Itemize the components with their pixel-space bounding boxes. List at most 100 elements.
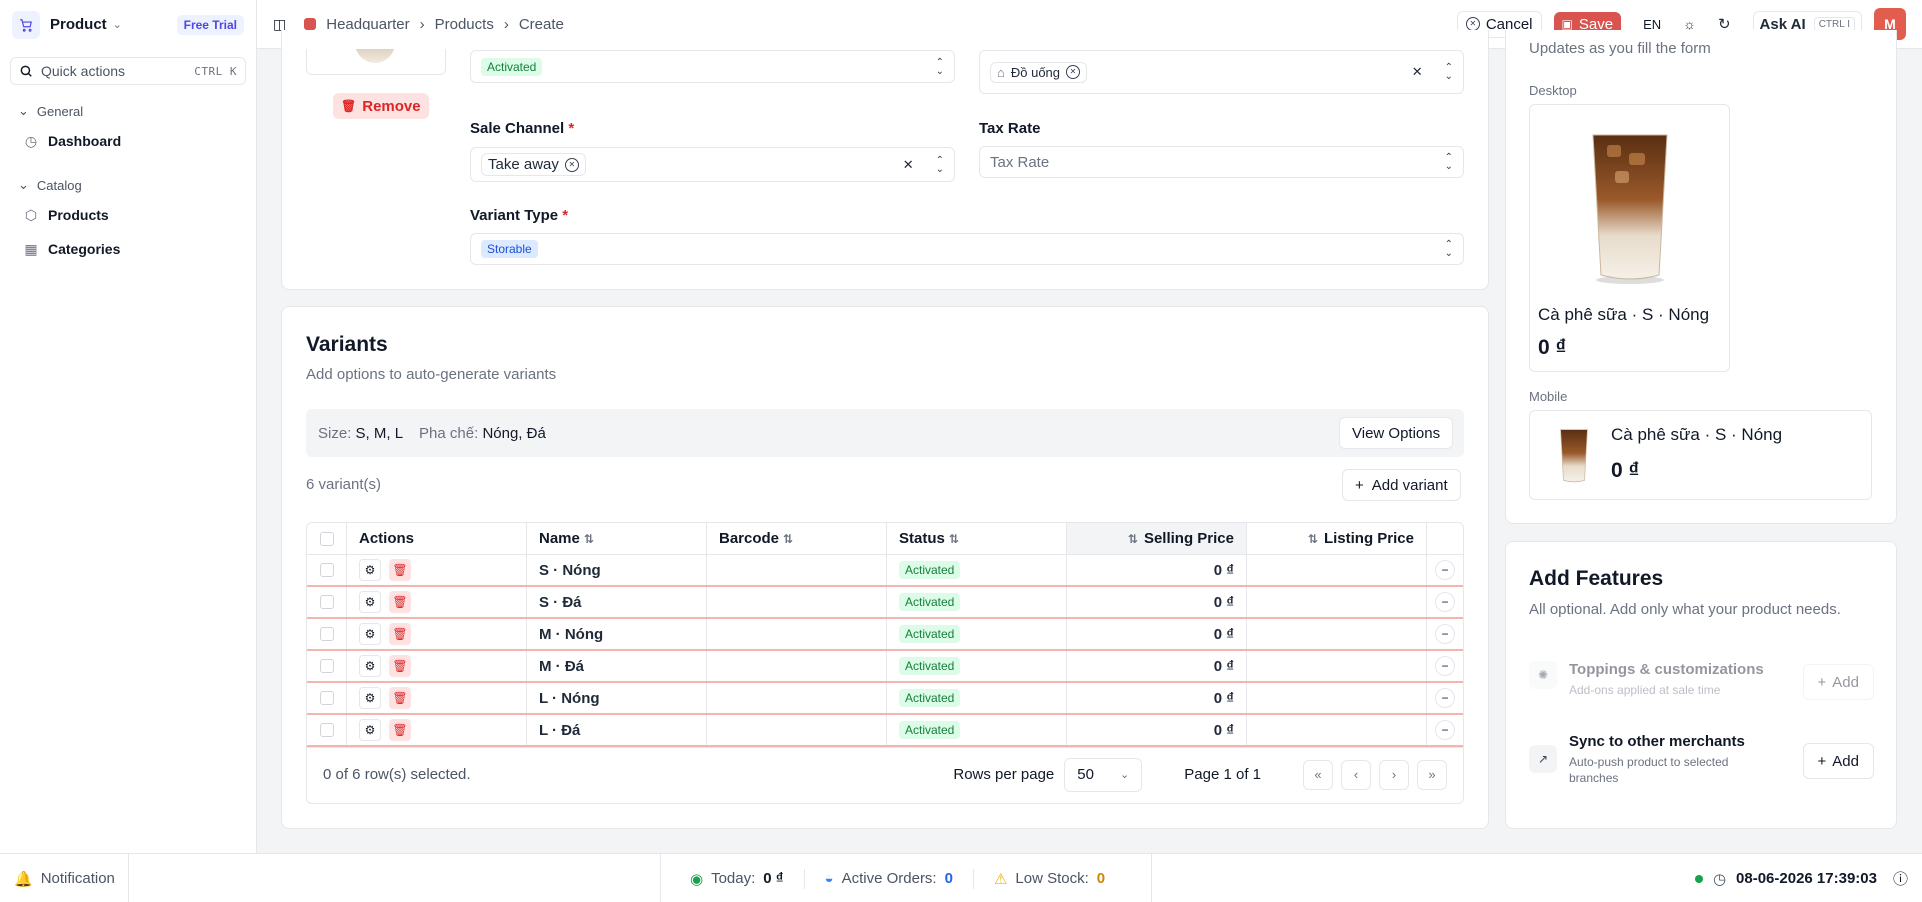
cell-barcode[interactable] bbox=[707, 683, 887, 713]
cell-barcode[interactable] bbox=[707, 651, 887, 681]
minus-icon[interactable]: − bbox=[1435, 656, 1455, 676]
cell-selling-price[interactable]: 0 ₫ bbox=[1067, 555, 1247, 585]
gear-icon[interactable]: ⚙ bbox=[359, 591, 381, 613]
quick-actions-search[interactable]: Quick actions CTRL K bbox=[10, 57, 246, 85]
trash-icon[interactable]: 🗑 bbox=[389, 655, 411, 677]
cell-listing-price[interactable] bbox=[1247, 715, 1427, 745]
sidebar-item-categories[interactable]: ▦ Categories bbox=[0, 241, 256, 258]
col-barcode[interactable]: Barcode ⇅ bbox=[707, 523, 887, 554]
sidebar-item-dashboard[interactable]: ◷ Dashboard bbox=[0, 133, 256, 150]
next-page-button[interactable]: › bbox=[1379, 759, 1409, 790]
cell-selling-price[interactable]: 0 ₫ bbox=[1067, 715, 1247, 745]
trash-icon[interactable]: 🗑 bbox=[389, 687, 411, 709]
col-selling-price[interactable]: ⇅ Selling Price bbox=[1067, 523, 1247, 554]
cell-listing-price[interactable] bbox=[1247, 587, 1427, 617]
sale-channel-select[interactable]: Take away ✕ ✕ ⌃ ⌄ bbox=[470, 147, 955, 182]
trash-icon[interactable]: 🗑 bbox=[389, 623, 411, 645]
variant-type-tag: Storable bbox=[481, 240, 538, 258]
gear-icon[interactable]: ⚙ bbox=[359, 719, 381, 741]
cell-barcode[interactable] bbox=[707, 555, 887, 585]
notification-label: Notification bbox=[40, 870, 115, 887]
sidebar-group-catalog[interactable]: ⌄ Catalog bbox=[0, 177, 256, 193]
gear-icon[interactable]: ⚙ bbox=[359, 655, 381, 677]
features-title: Add Features bbox=[1529, 567, 1664, 590]
cell-status[interactable]: Activated bbox=[887, 715, 1067, 745]
prev-page-button[interactable]: ‹ bbox=[1341, 759, 1371, 790]
sidebar-group-general[interactable]: ⌄ General bbox=[0, 103, 256, 119]
cell-name[interactable]: L · Đá bbox=[527, 715, 707, 745]
col-name[interactable]: Name ⇅ bbox=[527, 523, 707, 554]
minus-icon[interactable]: − bbox=[1435, 560, 1455, 580]
cell-name[interactable]: S · Nóng bbox=[527, 555, 707, 585]
sidebar-item-products[interactable]: ⬡ Products bbox=[0, 207, 256, 224]
add-toppings-button[interactable]: + Add bbox=[1802, 664, 1874, 700]
remove-chip-icon[interactable]: ✕ bbox=[1066, 65, 1081, 79]
cell-listing-price[interactable] bbox=[1247, 555, 1427, 585]
trash-icon[interactable]: 🗑 bbox=[389, 591, 411, 613]
minus-icon[interactable]: − bbox=[1435, 688, 1455, 708]
chevron-down-icon[interactable]: ⌄ bbox=[113, 18, 122, 31]
remove-chip-icon[interactable]: ✕ bbox=[564, 157, 579, 172]
row-checkbox[interactable] bbox=[319, 659, 334, 673]
cell-name[interactable]: M · Nóng bbox=[527, 619, 707, 649]
cell-status[interactable]: Activated bbox=[887, 683, 1067, 713]
cell-name[interactable]: M · Đá bbox=[527, 651, 707, 681]
row-checkbox[interactable] bbox=[319, 691, 334, 705]
cell-barcode[interactable] bbox=[707, 619, 887, 649]
row-actions: ⚙ 🗑 bbox=[347, 587, 527, 617]
row-checkbox[interactable] bbox=[319, 563, 334, 577]
status-badge: Activated bbox=[899, 625, 961, 643]
product-image-thumb[interactable] bbox=[306, 49, 446, 75]
minus-icon[interactable]: − bbox=[1435, 624, 1455, 644]
help-icon[interactable]: ⓘ bbox=[1893, 868, 1908, 889]
cell-status[interactable]: Activated bbox=[887, 619, 1067, 649]
cell-selling-price[interactable]: 0 ₫ bbox=[1067, 587, 1247, 617]
gear-icon[interactable]: ⚙ bbox=[359, 687, 381, 709]
minus-icon[interactable]: − bbox=[1435, 592, 1455, 612]
add-variant-button[interactable]: + Add variant bbox=[1342, 469, 1461, 501]
clear-icon[interactable]: ✕ bbox=[903, 157, 914, 173]
variant-type-select[interactable]: Storable ⌃ ⌄ bbox=[470, 233, 1464, 265]
cell-selling-price[interactable]: 0 ₫ bbox=[1067, 619, 1247, 649]
remove-image-button[interactable]: 🗑 Remove bbox=[333, 93, 429, 119]
cell-name[interactable]: S · Đá bbox=[527, 587, 707, 617]
rows-per-page-select[interactable]: 50 ⌄ bbox=[1064, 757, 1143, 792]
tax-rate-label: Tax Rate bbox=[979, 120, 1041, 137]
gear-icon[interactable]: ⚙ bbox=[359, 623, 381, 645]
cell-listing-price[interactable] bbox=[1247, 683, 1427, 713]
cell-barcode[interactable] bbox=[707, 715, 887, 745]
cell-listing-price[interactable] bbox=[1247, 651, 1427, 681]
row-checkbox[interactable] bbox=[319, 723, 334, 737]
cell-barcode[interactable] bbox=[707, 587, 887, 617]
free-trial-badge[interactable]: Free Trial bbox=[176, 14, 244, 35]
cell-status[interactable]: Activated bbox=[887, 555, 1067, 585]
cell-name[interactable]: L · Nóng bbox=[527, 683, 707, 713]
cell-listing-price[interactable] bbox=[1247, 619, 1427, 649]
gear-icon[interactable]: ⚙ bbox=[359, 559, 381, 581]
notification-button[interactable]: 🔔 Notification bbox=[14, 854, 115, 902]
row-checkbox[interactable] bbox=[319, 627, 334, 641]
cell-selling-price[interactable]: 0 ₫ bbox=[1067, 651, 1247, 681]
row-checkbox[interactable] bbox=[319, 595, 334, 609]
cell-status[interactable]: Activated bbox=[887, 651, 1067, 681]
first-page-button[interactable]: « bbox=[1303, 759, 1333, 790]
minus-icon[interactable]: − bbox=[1435, 720, 1455, 740]
tax-rate-select[interactable]: Tax Rate ⌃ ⌄ bbox=[979, 146, 1464, 178]
col-status[interactable]: Status ⇅ bbox=[887, 523, 1067, 554]
add-sync-button[interactable]: + Add bbox=[1802, 743, 1874, 779]
cell-status[interactable]: Activated bbox=[887, 587, 1067, 617]
cell-selling-price[interactable]: 0 ₫ bbox=[1067, 683, 1247, 713]
view-options-button[interactable]: View Options bbox=[1339, 417, 1454, 449]
trash-icon[interactable]: 🗑 bbox=[389, 719, 411, 741]
status-select[interactable]: Activated ⌃ ⌄ bbox=[470, 50, 955, 83]
category-select[interactable]: ⌂ Đồ uống ✕ ✕ ⌃ ⌄ bbox=[979, 50, 1464, 94]
trash-icon[interactable]: 🗑 bbox=[389, 559, 411, 581]
footer-clock: ◷ 08-06-2026 17:39:03 ⓘ bbox=[1694, 854, 1908, 902]
col-listing-price[interactable]: ⇅ Listing Price bbox=[1247, 523, 1427, 554]
clear-icon[interactable]: ✕ bbox=[1412, 64, 1423, 80]
sidebar-item-label: Products bbox=[48, 207, 109, 223]
row-actions: ⚙ 🗑 bbox=[347, 619, 527, 649]
last-page-button[interactable]: » bbox=[1417, 759, 1447, 790]
select-all-checkbox[interactable] bbox=[319, 531, 334, 546]
app-switcher[interactable]: Product bbox=[50, 16, 107, 33]
